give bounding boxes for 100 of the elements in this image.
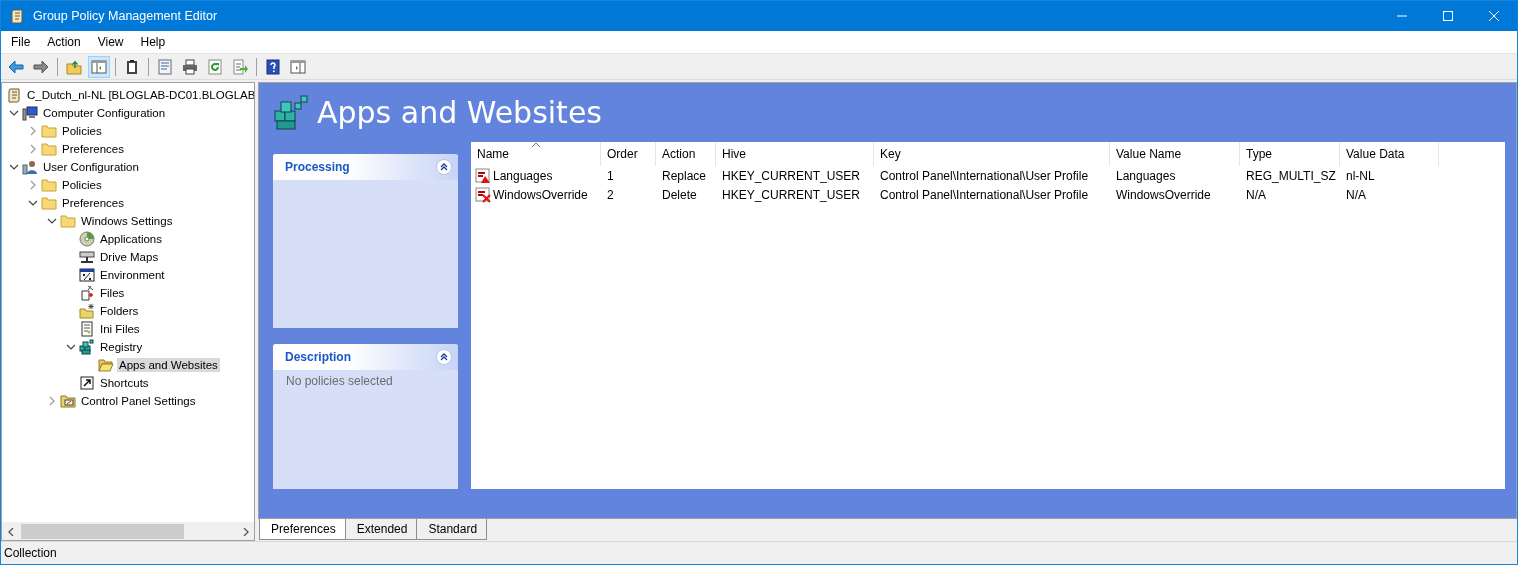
collapsed-chevron-icon[interactable] xyxy=(28,180,38,190)
column-header[interactable]: Key xyxy=(874,142,1110,166)
document-icon xyxy=(79,321,95,337)
panel-text: No policies selected xyxy=(285,373,394,390)
scroll-left-icon[interactable] xyxy=(6,527,15,536)
shortcut-icon xyxy=(79,375,95,391)
expanded-chevron-icon[interactable] xyxy=(9,162,19,172)
expanded-chevron-icon[interactable] xyxy=(47,216,57,226)
expanded-chevron-icon[interactable] xyxy=(28,198,38,208)
menu-item[interactable]: Action xyxy=(37,35,88,49)
table-cell-text: 2 xyxy=(606,187,615,202)
tree-item[interactable]: Files xyxy=(98,286,127,300)
menu-item[interactable]: Help xyxy=(130,35,173,49)
string-value-icon xyxy=(475,167,491,184)
table-cell-text: Languages xyxy=(1115,168,1177,183)
table-cell-text: N/A xyxy=(1245,187,1267,202)
folder-icon xyxy=(41,195,57,211)
clipboard-icon xyxy=(124,58,140,75)
close-icon[interactable] xyxy=(1489,11,1499,21)
action-pane-icon xyxy=(290,58,306,75)
column-header[interactable]: Value Name xyxy=(1110,142,1240,166)
tree-item[interactable]: Policies xyxy=(60,178,104,192)
export-icon xyxy=(232,58,248,75)
column-header[interactable]: Order xyxy=(601,142,656,166)
table-cell: Languages xyxy=(493,168,553,183)
collapsed-chevron-icon[interactable] xyxy=(28,126,38,136)
tree-item[interactable]: Environment xyxy=(98,268,167,282)
window-title: Group Policy Management Editor xyxy=(33,9,218,23)
tree-item[interactable]: Policies xyxy=(60,124,104,138)
tree-pane-icon xyxy=(91,58,107,75)
open-folder-icon xyxy=(98,357,114,373)
tree-item[interactable]: Ini Files xyxy=(98,322,142,336)
table-cell-text: WindowsOverride xyxy=(1115,187,1212,202)
column-header[interactable]: Type xyxy=(1240,142,1340,166)
table-cell-text: Delete xyxy=(661,187,698,202)
back-arrow-icon xyxy=(8,58,24,75)
table-cell-text: Control Panel\International\User Profile xyxy=(879,168,1090,183)
panel-title: Processing xyxy=(285,160,350,174)
cubes-icon xyxy=(273,94,309,131)
maximize-icon[interactable] xyxy=(1443,11,1453,21)
column-header[interactable]: Name xyxy=(471,142,601,166)
folder-icon xyxy=(41,141,57,157)
horizontal-scrollbar[interactable] xyxy=(2,522,254,540)
tab[interactable]: Preferences xyxy=(259,519,346,540)
tree-item[interactable]: Preferences xyxy=(60,142,126,156)
expanded-chevron-icon[interactable] xyxy=(66,342,76,352)
menu-item[interactable]: View xyxy=(87,35,131,49)
scroll-icon xyxy=(9,8,25,24)
folder-icon xyxy=(60,213,76,229)
status-text: Collection xyxy=(4,546,57,560)
table-cell-text: 1 xyxy=(606,168,615,183)
tree-item[interactable]: Folders xyxy=(98,304,141,318)
collapsed-chevron-icon[interactable] xyxy=(47,396,57,406)
tree-item[interactable]: Drive Maps xyxy=(98,250,161,264)
drive-icon xyxy=(79,249,95,265)
column-header[interactable]: Hive xyxy=(716,142,874,166)
menu-item[interactable]: File xyxy=(1,35,38,49)
table-cell-text: N/A xyxy=(1345,187,1367,202)
files-icon xyxy=(79,285,95,301)
printer-icon xyxy=(182,58,198,75)
computer-icon xyxy=(22,105,38,121)
table-cell-text: nl-NL xyxy=(1345,168,1376,183)
table-cell: WindowsOverride xyxy=(493,187,588,202)
folder-icon xyxy=(79,303,95,319)
disc-icon xyxy=(79,231,95,247)
tree-item[interactable]: Shortcuts xyxy=(98,376,151,390)
scroll-right-icon[interactable] xyxy=(241,527,250,536)
table-cell-text: Replace xyxy=(661,168,708,183)
properties-icon xyxy=(157,58,173,75)
forward-arrow-icon xyxy=(33,58,49,75)
column-header[interactable]: Action xyxy=(656,142,716,166)
expanded-chevron-icon[interactable] xyxy=(9,108,19,118)
folder-icon xyxy=(41,177,57,193)
control-panel-icon xyxy=(60,393,76,409)
column-header[interactable]: Value Data xyxy=(1340,142,1439,166)
table-cell-text: REG_MULTI_SZ xyxy=(1245,168,1337,183)
folder-up-icon xyxy=(66,58,82,75)
tree-item[interactable]: Applications xyxy=(98,232,164,246)
collapsed-chevron-icon[interactable] xyxy=(28,144,38,154)
tree-item[interactable]: Control Panel Settings xyxy=(79,394,198,408)
tree-item[interactable]: Windows Settings xyxy=(79,214,175,228)
table-cell-text: Control Panel\International\User Profile xyxy=(879,187,1090,202)
tree-item[interactable]: Apps and Websites xyxy=(117,358,220,372)
collapse-icon[interactable] xyxy=(436,159,452,175)
collapse-icon[interactable] xyxy=(436,349,452,365)
tree-item[interactable]: C_Dutch_nl-NL [BLOGLAB-DC01.BLOGLAB xyxy=(25,88,254,102)
cubes-icon xyxy=(79,339,95,355)
tree-item[interactable]: Registry xyxy=(98,340,145,354)
page-title: Apps and Websites xyxy=(317,95,602,130)
table-cell-text: HKEY_CURRENT_USER xyxy=(721,187,862,202)
folder-icon xyxy=(41,123,57,139)
scroll-icon xyxy=(6,87,22,103)
string-value-icon xyxy=(475,186,491,203)
tree-item[interactable]: User Configuration xyxy=(41,160,141,174)
tree-item[interactable]: Computer Configuration xyxy=(41,106,168,120)
panel-title: Description xyxy=(285,350,351,364)
tree-item[interactable]: Preferences xyxy=(60,196,126,210)
help-icon xyxy=(265,58,281,75)
tab[interactable]: Standard xyxy=(416,519,488,540)
table-cell-text: HKEY_CURRENT_USER xyxy=(721,168,862,183)
